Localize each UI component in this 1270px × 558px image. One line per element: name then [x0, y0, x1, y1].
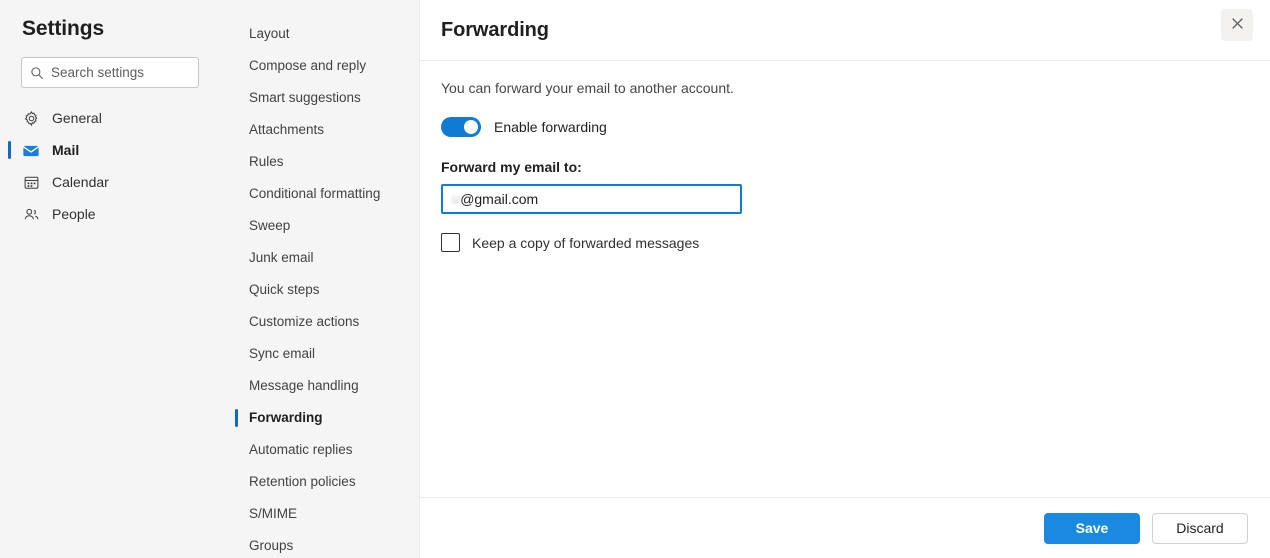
panel-title: Forwarding: [441, 18, 549, 41]
subnav-item-compose-and-reply[interactable]: Compose and reply: [218, 50, 419, 82]
keep-copy-row[interactable]: Keep a copy of forwarded messages: [441, 233, 1249, 253]
forwarding-description: You can forward your email to another ac…: [441, 80, 734, 96]
subnav-item-label: Groups: [249, 538, 294, 554]
subnav-item-junk-email[interactable]: Junk email: [218, 242, 419, 274]
subnav-item-label: S/MIME: [249, 506, 298, 522]
enable-forwarding-label: Enable forwarding: [494, 119, 607, 136]
subnav-item-label: Forwarding: [249, 410, 323, 426]
subnav-item-label: Customize actions: [249, 314, 360, 330]
subnav-item-label: Conditional formatting: [249, 186, 381, 202]
people-icon: [22, 205, 40, 223]
envelope-icon: [22, 141, 40, 159]
forward-address-domain: @gmail.com: [460, 191, 539, 208]
search-settings-box[interactable]: [21, 57, 199, 88]
subnav-item-groups[interactable]: Groups: [218, 530, 419, 558]
sidebar-item-label: Mail: [52, 142, 80, 158]
sidebar-item-general[interactable]: General: [0, 102, 218, 134]
settings-dialog: Settings General: [0, 0, 1270, 558]
subnav-item-label: Compose and reply: [249, 58, 367, 74]
panel-footer: Save Discard: [420, 497, 1270, 558]
forward-address-value: u @gmail.com: [452, 191, 538, 207]
panel-body: You can forward your email to another ac…: [420, 61, 1270, 497]
subnav-item-label: Layout: [249, 26, 290, 42]
search-icon: [30, 66, 44, 80]
save-button[interactable]: Save: [1044, 512, 1140, 544]
keep-copy-checkbox[interactable]: [441, 233, 460, 253]
forwarding-panel: Forwarding You can forward your email to…: [420, 0, 1270, 558]
sidebar-item-people[interactable]: People: [0, 198, 218, 230]
close-icon: [1230, 16, 1245, 34]
discard-button[interactable]: Discard: [1152, 512, 1248, 544]
mail-subnav: Layout Compose and reply Smart suggestio…: [218, 0, 420, 558]
sidebar-item-calendar[interactable]: Calendar: [0, 166, 218, 198]
subnav-item-layout[interactable]: Layout: [218, 18, 419, 50]
sidebar-item-mail[interactable]: Mail: [0, 134, 218, 166]
gear-icon: [22, 109, 40, 127]
page-title: Settings: [22, 17, 105, 40]
subnav-item-label: Sweep: [249, 218, 291, 234]
subnav-item-quick-steps[interactable]: Quick steps: [218, 274, 419, 306]
subnav-item-label: Retention policies: [249, 474, 356, 490]
subnav-item-label: Sync email: [249, 346, 316, 362]
search-input[interactable]: [51, 58, 190, 87]
subnav-item-label: Rules: [249, 154, 284, 170]
subnav-item-label: Attachments: [249, 122, 325, 138]
enable-forwarding-row: Enable forwarding: [441, 117, 1249, 138]
forward-address-input[interactable]: u @gmail.com: [441, 184, 742, 215]
calendar-icon: [22, 173, 40, 191]
subnav-item-conditional-formatting[interactable]: Conditional formatting: [218, 178, 419, 210]
subnav-item-attachments[interactable]: Attachments: [218, 114, 419, 146]
keep-copy-label: Keep a copy of forwarded messages: [472, 234, 700, 251]
sidebar-item-label: General: [52, 110, 102, 126]
subnav-item-forwarding[interactable]: Forwarding: [218, 402, 419, 434]
settings-category-list: General Mail Calendar People: [0, 102, 218, 230]
sidebar-item-label: Calendar: [52, 174, 109, 190]
close-button[interactable]: [1221, 9, 1253, 41]
subnav-item-smart-suggestions[interactable]: Smart suggestions: [218, 82, 419, 114]
subnav-item-label: Junk email: [249, 250, 314, 266]
subnav-item-label: Message handling: [249, 378, 359, 394]
subnav-item-smime[interactable]: S/MIME: [218, 498, 419, 530]
subnav-item-label: Quick steps: [249, 282, 320, 298]
subnav-item-automatic-replies[interactable]: Automatic replies: [218, 434, 419, 466]
forward-address-obscured-local-part: u: [452, 191, 461, 207]
subnav-item-sweep[interactable]: Sweep: [218, 210, 419, 242]
subnav-item-message-handling[interactable]: Message handling: [218, 370, 419, 402]
subnav-item-sync-email[interactable]: Sync email: [218, 338, 419, 370]
forward-address-label: Forward my email to:: [441, 159, 582, 176]
subnav-item-label: Automatic replies: [249, 442, 353, 458]
panel-header: Forwarding: [420, 0, 1270, 61]
subnav-item-label: Smart suggestions: [249, 90, 361, 106]
toggle-knob: [464, 120, 478, 135]
sidebar-item-label: People: [52, 206, 96, 222]
subnav-item-rules[interactable]: Rules: [218, 146, 419, 178]
subnav-item-retention-policies[interactable]: Retention policies: [218, 466, 419, 498]
enable-forwarding-toggle[interactable]: [441, 117, 481, 138]
settings-sidebar: Settings General: [0, 0, 218, 558]
subnav-item-customize-actions[interactable]: Customize actions: [218, 306, 419, 338]
